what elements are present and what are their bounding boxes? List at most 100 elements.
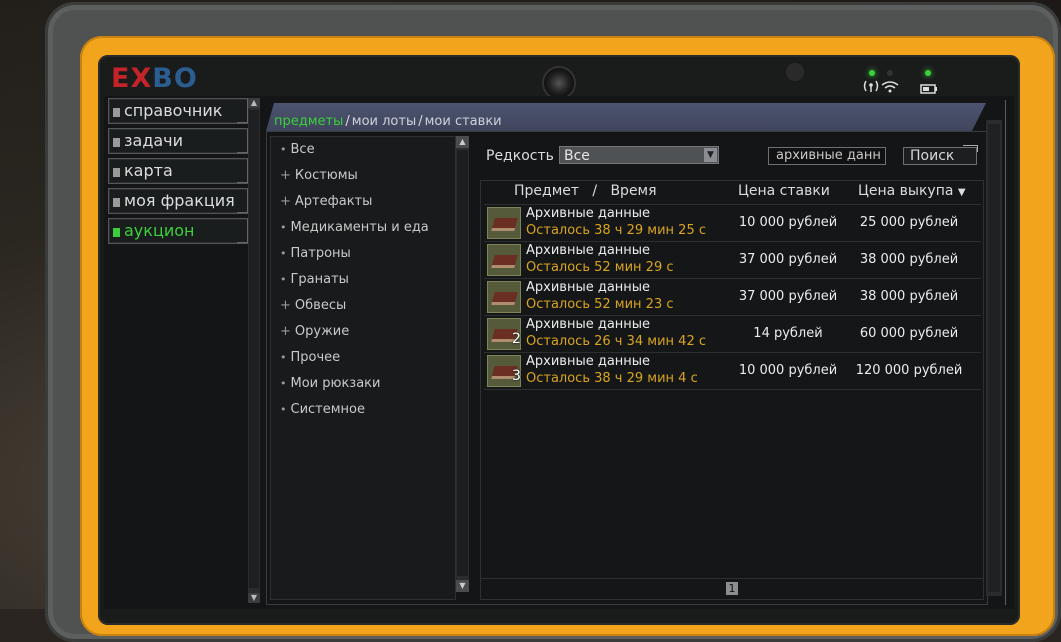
sidebar-item-auction[interactable]: аукцион (108, 218, 248, 244)
book-icon (491, 218, 518, 231)
category-item[interactable]: • Гранаты (271, 267, 455, 293)
expand-icon[interactable]: + (280, 324, 291, 339)
scroll-down-icon[interactable]: ▼ (456, 580, 469, 592)
category-scrollbar[interactable]: ▲ ▼ (456, 136, 469, 592)
time-remaining: Осталось 26 ч 34 мин 42 с (526, 334, 706, 349)
table-row[interactable]: Архивные данные Осталось 38 ч 29 мин 25 … (484, 204, 981, 241)
content-scrollbar[interactable] (986, 120, 1002, 596)
expand-icon[interactable]: + (280, 194, 291, 209)
bullet-icon: • (280, 221, 287, 234)
bullet-icon: • (280, 247, 287, 260)
tab-items[interactable]: предметы (274, 114, 343, 129)
expand-icon[interactable]: + (280, 168, 291, 183)
category-label: Обвесы (294, 298, 347, 313)
bid-price: 10 000 рублей (738, 215, 838, 230)
led-indicator (869, 70, 875, 76)
category-item[interactable]: • Патроны (271, 241, 455, 267)
tab-my-bids[interactable]: мои ставки (425, 114, 502, 129)
filter-bar: Редкость Все ▼ архивные данн Поиск (486, 145, 981, 169)
table-row[interactable]: 3 Архивные данные Осталось 38 ч 29 мин 4… (484, 352, 981, 390)
category-label: Медикаменты и еда (290, 220, 429, 235)
time-remaining: Осталось 52 мин 23 с (526, 297, 674, 312)
category-item[interactable]: • Медикаменты и еда (271, 215, 455, 241)
header-bid[interactable]: Цена ставки (738, 183, 830, 199)
scroll-track[interactable] (988, 124, 1000, 592)
buyout-price: 38 000 рублей (859, 252, 959, 267)
camera-icon (542, 66, 576, 100)
led-indicator (887, 70, 893, 76)
sidebar-item-tasks[interactable]: задачи (108, 128, 248, 154)
header-item-time[interactable]: Предмет / Время (514, 183, 657, 199)
book-icon (491, 292, 518, 305)
buyout-price: 25 000 рублей (859, 215, 959, 230)
logo-part2: BO (152, 63, 198, 94)
category-item[interactable]: + Оружие (271, 319, 455, 345)
archive-data-icon (487, 207, 521, 239)
archive-data-icon: 2 (487, 318, 521, 350)
scroll-track[interactable] (249, 110, 259, 588)
scroll-up-icon[interactable]: ▲ (456, 136, 469, 148)
bullet-icon: • (280, 403, 287, 416)
sensor-icon (786, 63, 804, 81)
square-icon (113, 198, 120, 207)
category-item[interactable]: • Прочее (271, 345, 455, 371)
scroll-track[interactable] (457, 150, 468, 576)
header-item-time-label: Предмет / Время (514, 183, 657, 199)
tab-separator: / (418, 114, 423, 129)
category-item[interactable]: • Системное (271, 397, 455, 423)
header-buyout[interactable]: Цена выкупа ▼ (858, 183, 966, 199)
item-name: Архивные данные (526, 206, 651, 221)
auction-table: Предмет / Время Цена ставки Цена выкупа … (480, 180, 984, 600)
bid-price: 37 000 рублей (738, 252, 838, 267)
category-label: Артефакты (294, 194, 373, 209)
category-item[interactable]: • Все (271, 137, 455, 163)
tabs: предметы / мои лоты / мои ставки (274, 114, 502, 129)
chevron-down-icon[interactable]: ▼ (704, 148, 717, 162)
sidebar: справочник задачи карта моя фракция аукц… (108, 98, 248, 248)
item-quantity: 3 (512, 368, 521, 384)
item-name: Архивные данные (526, 354, 651, 369)
bullet-icon: • (280, 351, 287, 364)
search-input[interactable]: архивные данн (768, 147, 886, 165)
item-name: Архивные данные (526, 280, 651, 295)
category-item[interactable]: + Костюмы (271, 163, 455, 189)
header-buyout-label: Цена выкупа (858, 183, 954, 199)
archive-data-icon (487, 281, 521, 313)
item-name: Архивные данные (526, 243, 651, 258)
bid-price: 14 рублей (753, 326, 823, 341)
tab-separator: / (345, 114, 350, 129)
pagination: 1 (481, 578, 983, 597)
category-item[interactable]: + Артефакты (271, 189, 455, 215)
expand-icon[interactable]: + (280, 298, 291, 313)
scroll-up-icon[interactable]: ▲ (248, 98, 260, 108)
wifi-icon (863, 78, 903, 98)
square-icon (113, 138, 120, 147)
category-item[interactable]: • Мои рюкзаки (271, 371, 455, 397)
table-row[interactable]: 2 Архивные данные Осталось 26 ч 34 мин 4… (484, 315, 981, 352)
logo: EXBO (111, 63, 198, 97)
led-indicator (925, 70, 931, 76)
category-item[interactable]: + Обвесы (271, 293, 455, 319)
buyout-price: 60 000 рублей (859, 326, 959, 341)
page-number[interactable]: 1 (726, 582, 738, 595)
table-row[interactable]: Архивные данные Осталось 52 мин 23 с 37 … (484, 278, 981, 315)
sidebar-item-reference[interactable]: справочник (108, 98, 248, 124)
book-icon (491, 255, 518, 268)
time-remaining: Осталось 38 ч 29 мин 4 с (526, 371, 698, 386)
tab-my-lots[interactable]: мои лоты (352, 114, 416, 129)
search-button[interactable]: Поиск (903, 145, 978, 165)
category-list: • Все + Костюмы + Артефакты • Медикаменты и … (270, 136, 456, 600)
item-quantity: 2 (512, 331, 521, 347)
table-row[interactable]: Архивные данные Осталось 52 мин 29 с 37 … (484, 241, 981, 278)
square-icon (113, 168, 120, 177)
bid-price: 10 000 рублей (738, 363, 838, 378)
scroll-down-icon[interactable]: ▼ (248, 593, 260, 603)
sidebar-item-faction[interactable]: моя фракция (108, 188, 248, 214)
category-label: Патроны (290, 246, 351, 261)
rarity-select[interactable]: Все ▼ (559, 146, 719, 164)
rarity-label: Редкость (486, 148, 554, 164)
sidebar-item-map[interactable]: карта (108, 158, 248, 184)
sidebar-scrollbar[interactable]: ▲ ▼ (248, 98, 260, 603)
square-icon (113, 108, 120, 117)
category-label: Гранаты (290, 272, 349, 287)
